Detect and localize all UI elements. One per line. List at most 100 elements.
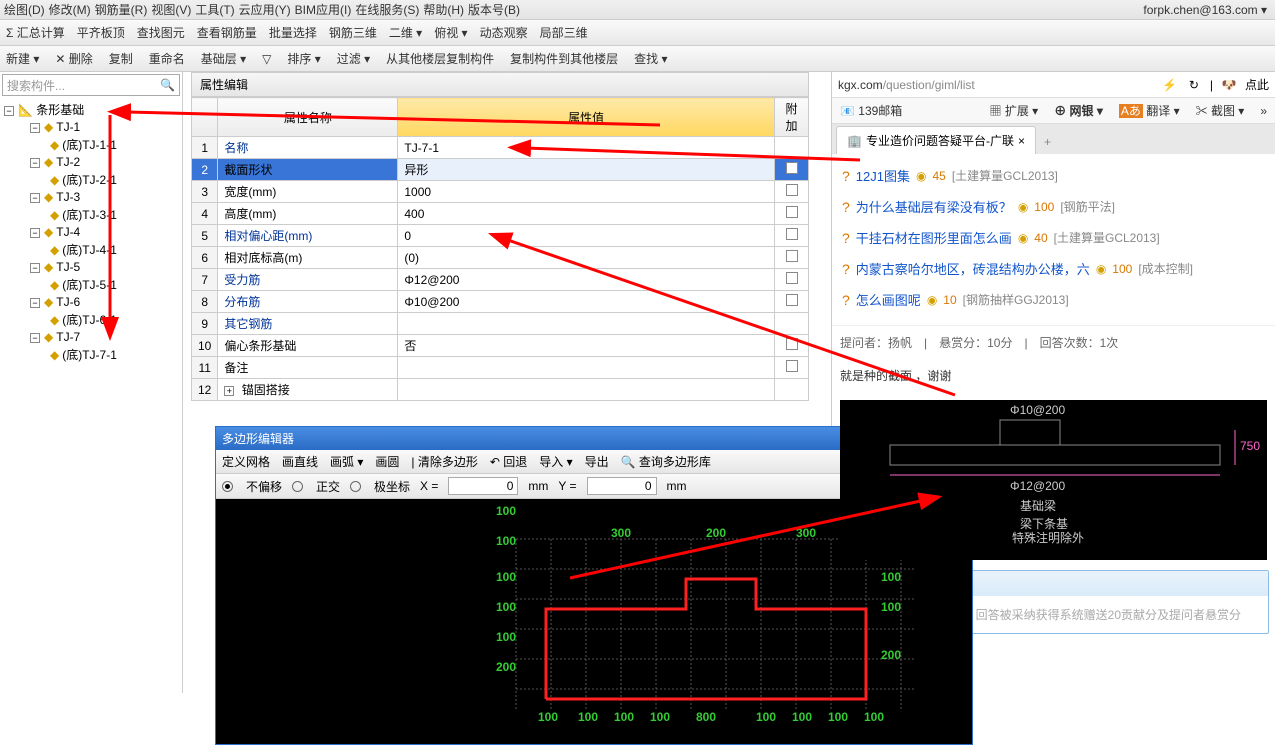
tree-leaf-(底)TJ-5-1[interactable]: ◆(底)TJ-5-1 [2, 275, 180, 294]
menu-tool[interactable]: 工具(T) [195, 1, 234, 18]
click-here[interactable]: 点此 [1245, 76, 1269, 93]
btn-search[interactable]: 查找 ▾ [634, 50, 667, 67]
checkbox[interactable] [786, 272, 798, 284]
x-input[interactable] [448, 477, 518, 495]
checkbox[interactable] [786, 250, 798, 262]
checkbox[interactable] [786, 338, 798, 350]
tree-leaf-(底)TJ-7-1[interactable]: ◆(底)TJ-7-1 [2, 345, 180, 364]
tab-new[interactable]: + [1036, 130, 1059, 154]
prop-row-3[interactable]: 3宽度(mm)1000 [192, 181, 809, 203]
tree-leaf-(底)TJ-4-1[interactable]: ◆(底)TJ-4-1 [2, 240, 180, 259]
prop-row-5[interactable]: 5相对偏心距(mm)0 [192, 225, 809, 247]
fav-screenshot[interactable]: ✂ 截图 ▾ [1196, 102, 1245, 119]
user-email[interactable]: forpk.chen@163.com ▾ [1143, 3, 1267, 17]
fav-translate[interactable]: Aあ 翻译 ▾ [1119, 102, 1180, 119]
btn-export[interactable]: 导出 [585, 453, 609, 470]
prop-row-2[interactable]: 2截面形状异形 [192, 159, 809, 181]
btn-flat[interactable]: 平齐板顶 [77, 24, 125, 41]
checkbox[interactable] [786, 206, 798, 218]
tree-leaf-(底)TJ-6-1[interactable]: ◆(底)TJ-6-1 [2, 310, 180, 329]
tree-leaf-(底)TJ-3-1[interactable]: ◆(底)TJ-3-1 [2, 205, 180, 224]
qa-item[interactable]: ?12J1图集 ◉ 45 [土建算量GCL2013] [838, 160, 1269, 191]
btn-top-view[interactable]: 俯视 ▾ [434, 24, 467, 41]
menu-rebar[interactable]: 钢筋量(R) [95, 1, 148, 18]
btn-rename[interactable]: 重命名 [149, 50, 185, 67]
qa-item[interactable]: ?干挂石材在图形里面怎么画 ◉ 40 [土建算量GCL2013] [838, 222, 1269, 253]
sel-floor[interactable]: 基础层 ▾ [201, 50, 246, 67]
qa-title[interactable]: 内蒙古察哈尔地区，砖混结构办公楼，六 [856, 259, 1090, 278]
btn-define-grid[interactable]: 定义网格 [222, 453, 270, 470]
prop-row-7[interactable]: 7受力筋Φ12@200 [192, 269, 809, 291]
prop-row-9[interactable]: 9其它钢筋 [192, 313, 809, 335]
refresh-icon[interactable]: ↻ [1186, 77, 1202, 93]
qa-title[interactable]: 12J1图集 [856, 166, 910, 185]
menu-help[interactable]: 帮助(H) [423, 1, 464, 18]
btn-2d[interactable]: 二维 ▾ [389, 24, 422, 41]
btn-local-3d[interactable]: 局部三维 [540, 24, 588, 41]
btn-orbit[interactable]: 动态观察 [480, 24, 528, 41]
checkbox[interactable] [786, 294, 798, 306]
menu-online[interactable]: 在线服务(S) [355, 1, 419, 18]
btn-draw-circle[interactable]: 画圆 [375, 453, 399, 470]
prop-row-10[interactable]: 10偏心条形基础否 [192, 335, 809, 357]
btn-3d-rebar[interactable]: 钢筋三维 [329, 24, 377, 41]
menu-view[interactable]: 视图(V) [151, 1, 191, 18]
checkbox[interactable] [786, 162, 798, 174]
qa-title[interactable]: 为什么基础层有梁没有板？ [856, 197, 1012, 216]
radio-no-offset[interactable] [222, 481, 233, 492]
prop-row-1[interactable]: 1名称TJ-7-1 [192, 137, 809, 159]
menu-version[interactable]: 版本号(B) [468, 1, 520, 18]
tree-item-TJ-1[interactable]: −◆TJ-1 [2, 119, 180, 135]
search-icon[interactable]: 🔍 [160, 78, 175, 92]
btn-copy-to-floor[interactable]: 复制构件到其他楼层 [510, 50, 618, 67]
address-bar[interactable]: kgx.com/question/giml/list ⚡ ↻ | 🐶 点此 [832, 72, 1275, 98]
qa-item[interactable]: ?内蒙古察哈尔地区，砖混结构办公楼，六 ◉ 100 [成本控制] [838, 253, 1269, 284]
btn-draw-arc[interactable]: 画弧 ▾ [330, 453, 363, 470]
fav-more[interactable]: » [1260, 104, 1267, 118]
qa-item[interactable]: ?怎么画图呢 ◉ 10 [钢筋抽样GGJ2013] [838, 284, 1269, 315]
fav-bank[interactable]: ⊕ 网银 ▾ [1054, 102, 1103, 119]
checkbox[interactable] [786, 360, 798, 372]
btn-draw-line[interactable]: 画直线 [282, 453, 318, 470]
tree-item-TJ-3[interactable]: −◆TJ-3 [2, 189, 180, 205]
tab-close-icon[interactable]: × [1018, 134, 1025, 148]
btn-copy-from-floor[interactable]: 从其他楼层复制构件 [386, 50, 494, 67]
tree-item-TJ-4[interactable]: −◆TJ-4 [2, 224, 180, 240]
menu-draw[interactable]: 绘图(D) [4, 1, 45, 18]
fav-ext[interactable]: ▦ 扩展 ▾ [989, 102, 1038, 119]
tree-leaf-(底)TJ-1-1[interactable]: ◆(底)TJ-1-1 [2, 135, 180, 154]
prop-row-8[interactable]: 8分布筋Φ10@200 [192, 291, 809, 313]
radio-polar[interactable] [350, 481, 361, 492]
radio-ortho[interactable] [292, 481, 303, 492]
btn-filter-tri[interactable]: ▽ [262, 52, 271, 66]
bolt-icon[interactable]: ⚡ [1162, 77, 1178, 93]
qa-title[interactable]: 怎么画图呢 [856, 290, 921, 309]
tree-item-TJ-5[interactable]: −◆TJ-5 [2, 259, 180, 275]
btn-new[interactable]: 新建 ▾ [6, 50, 39, 67]
prop-row-12[interactable]: 12+ 锚固搭接 [192, 379, 809, 401]
prop-row-4[interactable]: 4高度(mm)400 [192, 203, 809, 225]
prop-row-11[interactable]: 11备注 [192, 357, 809, 379]
checkbox[interactable] [786, 228, 798, 240]
prop-row-6[interactable]: 6相对底标高(m)(0) [192, 247, 809, 269]
menu-bim[interactable]: BIM应用(I) [295, 1, 352, 18]
btn-sum[interactable]: Σ 汇总计算 [6, 24, 65, 41]
btn-import[interactable]: 导入 ▾ [539, 453, 572, 470]
btn-query-lib[interactable]: 🔍 查询多边形库 [621, 453, 711, 470]
btn-find[interactable]: 查找图元 [137, 24, 185, 41]
btn-sort[interactable]: 排序 ▾ [287, 50, 320, 67]
fav-139[interactable]: 📧 139邮箱 [840, 102, 902, 119]
menu-cloud[interactable]: 云应用(Y) [239, 1, 291, 18]
tree-item-TJ-2[interactable]: −◆TJ-2 [2, 154, 180, 170]
tree-item-TJ-7[interactable]: −◆TJ-7 [2, 329, 180, 345]
menu-modify[interactable]: 修改(M) [49, 1, 91, 18]
checkbox[interactable] [786, 184, 798, 196]
tree-root[interactable]: −📐 条形基础 [2, 100, 180, 119]
browser-tab[interactable]: 🏢 专业造价问题答疑平台-广联达 × [836, 126, 1036, 154]
qa-item[interactable]: ?为什么基础层有梁没有板？ ◉ 100 [钢筋平法] [838, 191, 1269, 222]
tree-item-TJ-6[interactable]: −◆TJ-6 [2, 294, 180, 310]
btn-undo[interactable]: ↶ 回退 [490, 453, 527, 470]
tree-leaf-(底)TJ-2-1[interactable]: ◆(底)TJ-2-1 [2, 170, 180, 189]
btn-view-rebar[interactable]: 查看钢筋量 [197, 24, 257, 41]
btn-delete[interactable]: ✕ 删除 [55, 50, 92, 67]
